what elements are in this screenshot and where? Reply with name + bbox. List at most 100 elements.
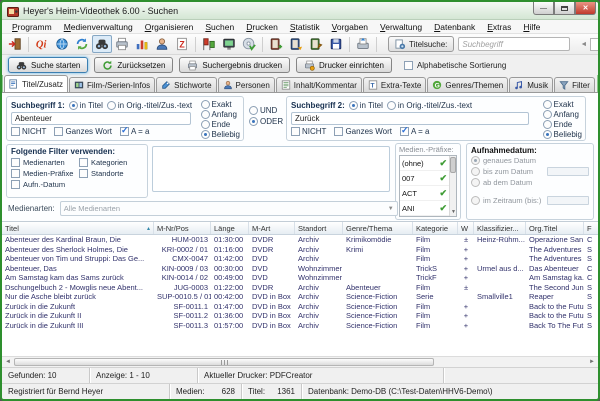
print-icon[interactable] — [112, 35, 132, 53]
person-icon[interactable] — [152, 35, 172, 53]
tab-film-serien-infos[interactable]: Film-/Serien-Infos — [69, 77, 155, 92]
praefixe-scrollbar-thumb[interactable] — [450, 157, 456, 173]
print-preview-icon[interactable] — [353, 35, 373, 53]
search1-aeqa-checkbox[interactable]: A = a — [120, 127, 149, 136]
tab-genres-themen[interactable]: GGenres/Themen — [427, 77, 508, 92]
praefix-item-ohne[interactable]: (ohne)✔ — [400, 156, 456, 171]
aufnahme-zeitraum-field[interactable] — [547, 196, 589, 205]
search1-scope-titel-radio[interactable]: in Titel — [69, 101, 103, 110]
flags-icon[interactable] — [199, 35, 219, 53]
table-row[interactable]: Abenteuer von Tim und Struppi: Das Ge...… — [2, 254, 598, 264]
exit-icon[interactable] — [5, 35, 25, 53]
alpha-sort-option[interactable]: Alphabetische Sortierung — [404, 61, 506, 70]
column-header-m-nr-pos[interactable]: M-Nr/Pos — [154, 222, 211, 234]
aufnahme-ab-dem-datum-radio[interactable]: ab dem Datum — [471, 177, 589, 188]
table-row[interactable]: Zurück in die ZukunftSF-0011.101:47:00DV… — [2, 302, 598, 312]
column-header-m-art[interactable]: M-Art — [249, 222, 295, 234]
column-header-f[interactable]: F — [584, 222, 598, 234]
alpha-sort-checkbox[interactable] — [404, 61, 413, 70]
tab-inhalt-kommentar[interactable]: Inhalt/Kommentar — [276, 77, 362, 92]
aufnahme-zeitraum-radio[interactable]: im Zeitraum (bis:) — [471, 195, 589, 206]
search2-scope-orig-radio[interactable]: in Orig.-titel/Zus.-text — [387, 101, 472, 110]
search2-ganzeswort-checkbox[interactable]: Ganzes Wort — [334, 127, 392, 136]
menu-medienverwaltung[interactable]: Medienverwaltung — [58, 21, 139, 33]
column-header-titel[interactable]: Titel▴ — [2, 222, 154, 234]
search1-mode-ende[interactable]: Ende — [201, 119, 240, 129]
medienarten-select[interactable]: Alle Medienarten ▼ — [60, 201, 398, 216]
filter-kategorien-checkbox[interactable]: Kategorien — [79, 157, 143, 168]
suche-starten-button[interactable]: Suche starten — [8, 57, 88, 73]
search2-mode-beliebig[interactable]: Beliebig — [543, 129, 582, 139]
table-row[interactable]: Am Samstag kam das Sams zurückKIN-0014 /… — [2, 273, 598, 283]
search1-ganzeswort-checkbox[interactable]: Ganzes Wort — [54, 127, 112, 136]
aufnahme-genaues-datum-radio[interactable]: genaues Datum — [471, 155, 589, 166]
drucker-einrichten-button[interactable]: Drucker einrichten — [296, 57, 392, 73]
search2-mode-ende[interactable]: Ende — [543, 119, 582, 129]
database-new-icon[interactable] — [266, 35, 286, 53]
search2-input[interactable] — [291, 112, 529, 125]
column-header-standort[interactable]: Standort — [295, 222, 343, 234]
maximize-button[interactable] — [554, 2, 575, 15]
database-open-icon[interactable] — [286, 35, 306, 53]
menu-vorgaben[interactable]: Vorgaben — [326, 21, 374, 33]
filter-aufn-datum-checkbox[interactable]: Aufn.-Datum — [11, 179, 79, 190]
menu-programm[interactable]: Programm — [6, 21, 58, 33]
table-row[interactable]: Dschungelbuch 2 - Mowglis neue Abent...J… — [2, 283, 598, 293]
search2-nicht-checkbox[interactable]: NICHT — [291, 127, 326, 136]
scroll-left-icon[interactable]: ◄ — [3, 358, 13, 367]
table-row[interactable]: Zurück in die Zukunft IIISF-0011.301:57:… — [2, 321, 598, 331]
menu-verwaltung[interactable]: Verwaltung — [374, 21, 428, 33]
table-row[interactable]: Abenteuer, DasKIN-0009 / 0300:30:00DVDWo… — [2, 264, 598, 274]
filter-medien-präfixe-checkbox[interactable]: Medien-Präfixe — [11, 168, 79, 179]
menu-suchen[interactable]: Suchen — [199, 21, 240, 33]
search2-mode-anfang[interactable]: Anfang — [543, 109, 582, 119]
pager-input[interactable] — [590, 38, 600, 51]
column-header-genre-thema[interactable]: Genre/Thema — [343, 222, 413, 234]
table-row[interactable]: Zurück in die Zukunft IISF-0011.201:36:0… — [2, 311, 598, 321]
search-icon[interactable] — [92, 35, 112, 53]
column-header-kategorie[interactable]: Kategorie — [413, 222, 458, 234]
column-header-org-titel[interactable]: Org.Titel — [526, 222, 584, 234]
close-button[interactable]: ✕ — [575, 2, 596, 15]
qi-logo-icon[interactable]: Qi — [32, 35, 52, 53]
search2-scope-titel-radio[interactable]: in Titel — [349, 101, 383, 110]
search1-mode-beliebig[interactable]: Beliebig — [201, 129, 240, 139]
database-save-icon[interactable] — [326, 35, 346, 53]
search1-nicht-checkbox[interactable]: NICHT — [11, 127, 46, 136]
tab-musik[interactable]: Musik — [509, 77, 553, 92]
filter-medienarten-checkbox[interactable]: Medienarten — [11, 157, 79, 168]
horizontal-scrollbar[interactable]: ◄ ► — [2, 356, 598, 367]
search1-scope-orig-radio[interactable]: in Orig.-titel/Zus.-text — [107, 101, 192, 110]
table-row[interactable]: Nur die Asche bleibt zurückSUP-0010.5 / … — [2, 292, 598, 302]
menu-statistik[interactable]: Statistik — [284, 21, 326, 33]
search2-mode-exakt[interactable]: Exakt — [543, 99, 582, 109]
praefixe-scrollbar[interactable]: ▼ — [449, 156, 456, 216]
database-edit-icon[interactable] — [306, 35, 326, 53]
scrollbar-thumb[interactable] — [14, 358, 434, 366]
column-header-klassifizier[interactable]: Klassifizier... — [474, 222, 526, 234]
cd-icon[interactable] — [239, 35, 259, 53]
monitor-icon[interactable] — [219, 35, 239, 53]
menu-organisieren[interactable]: Organisieren — [139, 21, 200, 33]
report-icon[interactable]: Z — [172, 35, 192, 53]
tab-stichworte[interactable]: Stichworte — [156, 77, 216, 92]
tab-titel-zusatz[interactable]: Titel/Zusatz — [4, 75, 68, 92]
aufnahme-bis-datum-field[interactable] — [547, 167, 589, 176]
statistics-icon[interactable] — [132, 35, 152, 53]
praefix-item-ani[interactable]: ANI✔ — [400, 201, 456, 216]
table-row[interactable]: Abenteuer des Sherlock Holmes, DieKRI-00… — [2, 245, 598, 255]
menu-datenbank[interactable]: Datenbank — [428, 21, 481, 33]
praefix-item-007[interactable]: 007✔ — [400, 171, 456, 186]
tab-filter[interactable]: Filter — [554, 77, 595, 92]
tab-personen[interactable]: Personen — [218, 77, 275, 92]
menu-extras[interactable]: Extras — [481, 21, 517, 33]
praefixe-scroll-down-icon[interactable]: ▼ — [450, 209, 457, 216]
search1-mode-anfang[interactable]: Anfang — [201, 109, 240, 119]
filter-standorte-checkbox[interactable]: Standorte — [79, 168, 143, 179]
titelsuche-button[interactable]: Titelsuche: — [388, 36, 454, 52]
pager-prev-icon[interactable]: ◄ — [580, 41, 587, 48]
zurücksetzen-button[interactable]: Zurücksetzen — [94, 57, 173, 73]
internet-icon[interactable] — [52, 35, 72, 53]
minimize-button[interactable]: — — [533, 2, 554, 15]
combine-und-radio[interactable]: UND — [249, 106, 283, 115]
